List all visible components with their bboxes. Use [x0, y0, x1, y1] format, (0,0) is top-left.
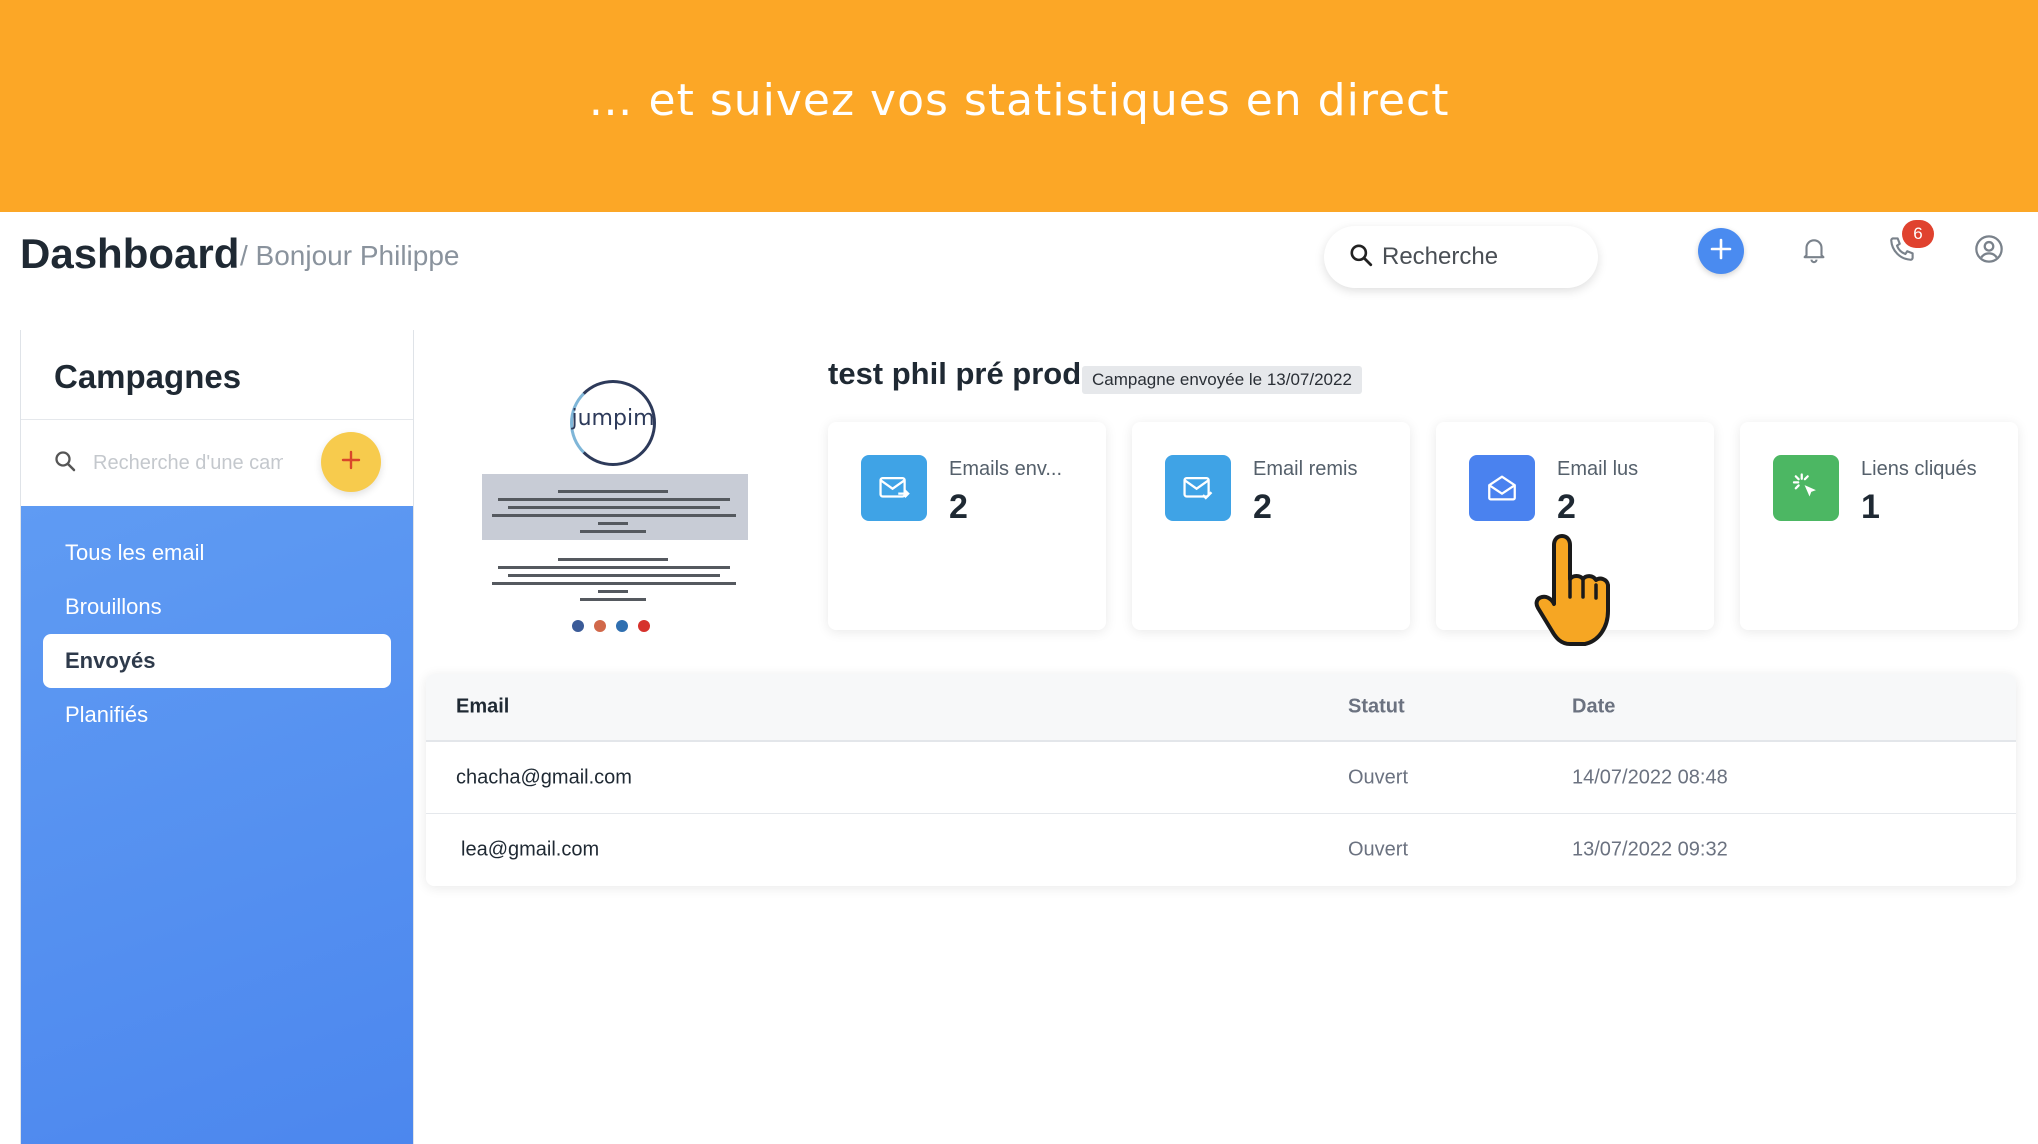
row-email: lea@gmail.com [461, 838, 600, 861]
preview-line [580, 530, 646, 533]
column-header-status[interactable]: Statut [1348, 696, 1405, 719]
preview-line [558, 558, 668, 561]
preview-line [508, 506, 720, 509]
column-header-date[interactable]: Date [1572, 696, 1615, 719]
row-date: 14/07/2022 08:48 [1572, 766, 1728, 788]
stat-label: Liens cliqués [1861, 458, 1977, 480]
notification-badge: 6 [1902, 220, 1934, 248]
campaign-status-tag: Campagne envoyée le 13/07/2022 [1082, 366, 1362, 394]
search-icon [1348, 242, 1374, 273]
banner-text: … et suivez vos statistiques en direct [588, 74, 1450, 126]
sidebar-item-scheduled[interactable]: Planifiés [43, 688, 391, 742]
mail-open-icon [1469, 455, 1535, 521]
row-email: chacha@gmail.com [456, 766, 632, 788]
preview-line [558, 490, 668, 493]
preview-line [598, 590, 628, 593]
stat-card-emails-sent[interactable]: Emails env... 2 [828, 422, 1106, 630]
table-row[interactable]: chacha@gmail.com Ouvert 14/07/2022 08:48 [426, 742, 2016, 814]
mail-check-icon [1165, 455, 1231, 521]
plus-icon [339, 448, 363, 477]
stat-card-links-clicked[interactable]: Liens cliqués 1 [1740, 422, 2018, 630]
row-status: Ouvert [1348, 838, 1409, 861]
preview-line [492, 582, 736, 585]
youtube-icon [638, 620, 650, 632]
sidebar-nav: Tous les email Brouillons Envoyés Planif… [21, 506, 413, 1144]
stat-label: Emails env... [949, 458, 1062, 480]
preview-line [598, 522, 628, 525]
preview-line [492, 514, 736, 517]
promo-banner: … et suivez vos statistiques en direct [0, 0, 2038, 212]
stat-label: Email lus [1557, 458, 1639, 480]
brand-logo: jumpim [571, 406, 655, 431]
stat-label: Email remis [1253, 458, 1358, 480]
campaign-search-input[interactable] [93, 451, 283, 475]
sidebar-title: Campagnes [21, 330, 413, 420]
page-title: Dashboard [20, 230, 240, 277]
campaign-search[interactable] [21, 420, 413, 506]
column-header-email[interactable]: Email [456, 696, 509, 719]
create-button[interactable] [1698, 228, 1744, 274]
preview-line [508, 574, 720, 577]
table-row[interactable]: lea@gmail.com Ouvert 13/07/2022 09:32 [426, 814, 2016, 886]
click-icon [1773, 455, 1839, 521]
row-status: Ouvert [1348, 766, 1409, 788]
recipients-table: Email Statut Date chacha@gmail.com Ouver… [426, 674, 2016, 886]
plus-icon [1709, 237, 1733, 266]
notifications-button[interactable] [1794, 231, 1834, 271]
search-icon [53, 449, 77, 478]
pointing-hand-icon [1532, 530, 1622, 652]
stat-value: 1 [1861, 488, 1880, 526]
sidebar-item-sent[interactable]: Envoyés [43, 634, 391, 688]
facebook-icon [572, 620, 584, 632]
sidebar-item-drafts[interactable]: Brouillons [43, 580, 391, 634]
top-bar: Dashboard / Bonjour Philippe 6 [0, 212, 2038, 322]
stat-card-emails-delivered[interactable]: Email remis 2 [1132, 422, 1410, 630]
global-search[interactable] [1324, 226, 1598, 288]
instagram-icon [594, 620, 606, 632]
email-preview-thumbnail[interactable]: jumpim [480, 372, 750, 642]
campaign-title: test phil pré prod [828, 356, 1082, 391]
page-greeting: / Bonjour Philippe [240, 240, 460, 271]
preview-line [498, 498, 730, 501]
table-header: Email Statut Date [426, 674, 2016, 742]
search-input[interactable] [1382, 243, 1582, 271]
preview-line [498, 566, 730, 569]
mail-send-icon [861, 455, 927, 521]
stat-value: 2 [1557, 488, 1576, 526]
profile-button[interactable] [1969, 231, 2009, 271]
linkedin-icon [616, 620, 628, 632]
add-campaign-button[interactable] [321, 432, 381, 492]
stat-value: 2 [949, 488, 968, 526]
user-icon [1973, 233, 2005, 270]
row-date: 13/07/2022 09:32 [1572, 838, 1728, 861]
bell-icon [1799, 234, 1829, 269]
campaign-sidebar: Campagnes Tous les email Brouillons Envo… [20, 330, 414, 1144]
sidebar-item-all-emails[interactable]: Tous les email [43, 526, 391, 580]
preview-line [580, 598, 646, 601]
stat-value: 2 [1253, 488, 1272, 526]
